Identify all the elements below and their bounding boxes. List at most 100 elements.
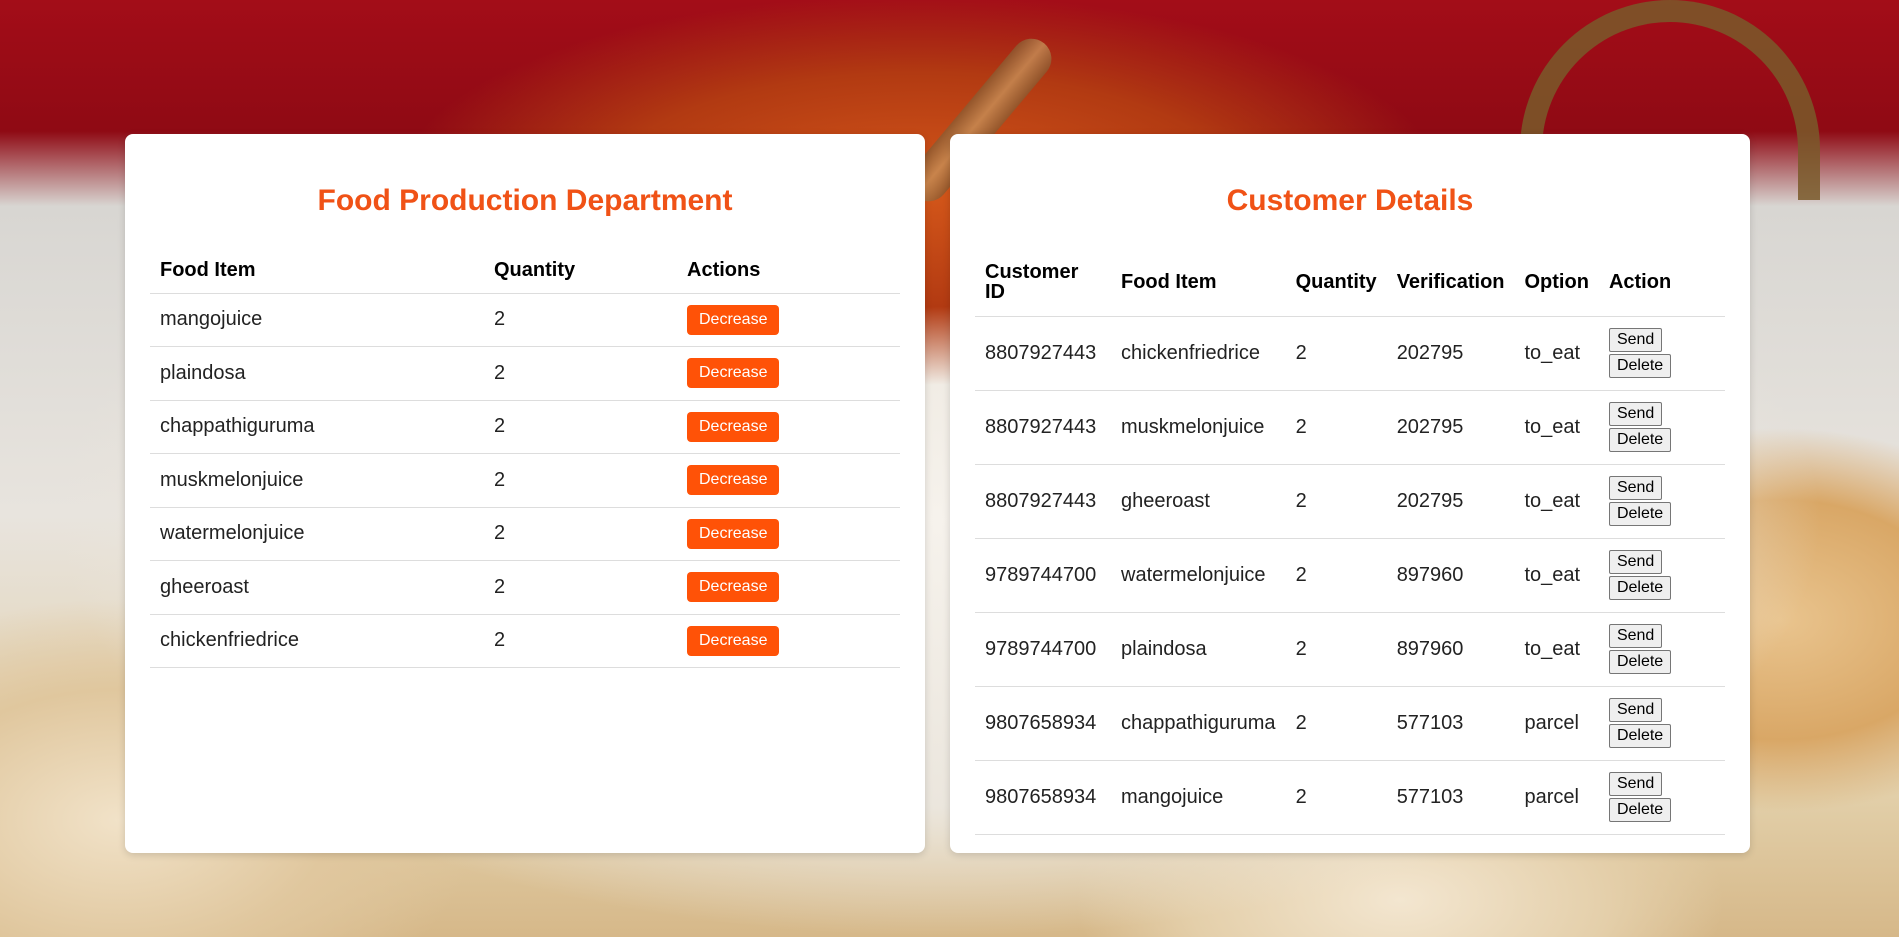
option-cell: to_eat xyxy=(1514,611,1599,686)
action-cell: Send Delete xyxy=(1598,685,1725,760)
production-table: Food Item Quantity Actions mangojuice 2 De… xyxy=(150,248,900,668)
customer-row: 8807927443 gheeroast 2 202795 to_eat Send Dele… xyxy=(975,463,1725,538)
customer-id-cell: 8807927443 xyxy=(975,463,1111,538)
quantity-cell: 2 xyxy=(484,346,677,400)
option-cell: to_eat xyxy=(1514,463,1599,538)
food-production-panel: Food Production Department Food Item Qua… xyxy=(125,134,925,853)
delete-button[interactable]: Delete xyxy=(1608,502,1672,526)
production-title: Food Production Department xyxy=(317,184,733,217)
send-button[interactable]: Send xyxy=(1608,476,1663,500)
food-item-cell: chappathiguruma xyxy=(1111,685,1286,760)
verification-cell: 897960 xyxy=(1386,611,1515,686)
food-item-cell: chickenfriedrice xyxy=(150,613,484,668)
customer-table: Customer ID Food Item Quantity Verificat… xyxy=(975,248,1725,835)
action-cell: Send Delete xyxy=(1598,611,1725,686)
actions-cell: Decrease xyxy=(677,346,900,400)
col-option: Option xyxy=(1524,270,1589,293)
quantity-cell: 2 xyxy=(1285,463,1387,538)
production-row: watermelonjuice 2 Decrease xyxy=(150,506,900,561)
col-quantity: Quantity xyxy=(494,258,576,281)
customer-details-title: Customer Details xyxy=(1226,184,1474,217)
actions-cell: Decrease xyxy=(677,399,900,454)
send-button[interactable]: Send xyxy=(1608,402,1663,426)
decrease-button[interactable]: Decrease xyxy=(687,518,780,549)
verification-cell: 577103 xyxy=(1386,759,1515,835)
decrease-button[interactable]: Decrease xyxy=(687,625,780,656)
customer-id-cell: 9789744700 xyxy=(975,537,1111,612)
send-button[interactable]: Send xyxy=(1608,772,1663,796)
food-item-cell: muskmelonjuice xyxy=(150,453,484,507)
quantity-cell: 2 xyxy=(1285,611,1387,686)
delete-button[interactable]: Delete xyxy=(1608,354,1672,378)
decrease-button[interactable]: Decrease xyxy=(687,358,780,389)
verification-cell: 202795 xyxy=(1386,463,1515,538)
verification-cell: 202795 xyxy=(1386,315,1515,390)
customer-id-cell: 9789744700 xyxy=(975,611,1111,686)
food-item-cell: plaindosa xyxy=(1111,611,1286,686)
customer-row: 9789744700 watermelonjuice 2 897960 to_eat Se… xyxy=(975,537,1725,612)
production-row: plaindosa 2 Decrease xyxy=(150,346,900,400)
send-button[interactable]: Send xyxy=(1608,698,1663,722)
food-item-cell: mangojuice xyxy=(150,292,484,347)
send-button[interactable]: Send xyxy=(1608,328,1663,352)
production-header-row: Food Item Quantity Actions xyxy=(150,248,900,293)
verification-cell: 202795 xyxy=(1386,389,1515,464)
customer-details-panel: Customer Details Customer ID Food Item Q… xyxy=(950,134,1750,853)
quantity-cell: 2 xyxy=(1285,389,1387,464)
customer-id-cell: 8807927443 xyxy=(975,315,1111,390)
production-row: chickenfriedrice 2 Decrease xyxy=(150,613,900,668)
food-item-cell: muskmelonjuice xyxy=(1111,389,1286,464)
action-cell: Send Delete xyxy=(1598,537,1725,612)
quantity-cell: 2 xyxy=(484,506,677,561)
delete-button[interactable]: Delete xyxy=(1608,798,1672,822)
decrease-button[interactable]: Decrease xyxy=(687,465,780,496)
delete-button[interactable]: Delete xyxy=(1608,650,1672,674)
actions-cell: Decrease xyxy=(677,292,900,347)
customer-id-cell: 9807658934 xyxy=(975,759,1111,835)
quantity-cell: 2 xyxy=(484,613,677,668)
action-cell: Send Delete xyxy=(1598,389,1725,464)
delete-button[interactable]: Delete xyxy=(1608,724,1672,748)
customer-row: 9807658934 chappathiguruma 2 577103 parcel Se… xyxy=(975,685,1725,760)
food-item-cell: chickenfriedrice xyxy=(1111,315,1286,390)
actions-cell: Decrease xyxy=(677,506,900,561)
quantity-cell: 2 xyxy=(484,560,677,614)
actions-cell: Decrease xyxy=(677,560,900,614)
production-row: gheeroast 2 Decrease xyxy=(150,560,900,614)
delete-button[interactable]: Delete xyxy=(1608,576,1672,600)
production-row: chappathiguruma 2 Decrease xyxy=(150,399,900,454)
option-cell: parcel xyxy=(1514,759,1599,835)
send-button[interactable]: Send xyxy=(1608,624,1663,648)
option-cell: to_eat xyxy=(1514,315,1599,390)
quantity-cell: 2 xyxy=(1285,759,1387,835)
customer-table-body: 8807927443 chickenfriedrice 2 202795 to_eat S… xyxy=(975,315,1725,835)
food-item-cell: gheeroast xyxy=(150,560,484,614)
option-cell: to_eat xyxy=(1514,537,1599,612)
col-customer-id: Customer ID xyxy=(985,260,1079,303)
decrease-button[interactable]: Decrease xyxy=(687,411,780,442)
food-item-cell: watermelonjuice xyxy=(1111,537,1286,612)
delete-button[interactable]: Delete xyxy=(1608,428,1672,452)
quantity-cell: 2 xyxy=(484,292,677,347)
customer-id-cell: 8807927443 xyxy=(975,389,1111,464)
action-cell: Send Delete xyxy=(1598,315,1725,390)
col-food-item: Food Item xyxy=(160,258,256,281)
send-button[interactable]: Send xyxy=(1608,550,1663,574)
food-item-cell: plaindosa xyxy=(150,346,484,400)
col-food-item: Food Item xyxy=(1121,270,1217,293)
production-row: muskmelonjuice 2 Decrease xyxy=(150,453,900,507)
customer-row: 9789744700 plaindosa 2 897960 to_eat Send Dele… xyxy=(975,611,1725,686)
action-cell: Send Delete xyxy=(1598,759,1725,835)
food-item-cell: watermelonjuice xyxy=(150,506,484,561)
verification-cell: 577103 xyxy=(1386,685,1515,760)
production-table-body: mangojuice 2 Decrease plaindosa 2 Decrease cha… xyxy=(150,292,900,668)
quantity-cell: 2 xyxy=(1285,315,1387,390)
decrease-button[interactable]: Decrease xyxy=(687,304,780,335)
quantity-cell: 2 xyxy=(1285,685,1387,760)
action-cell: Send Delete xyxy=(1598,463,1725,538)
customer-header-row: Customer ID Food Item Quantity Verificat… xyxy=(975,248,1725,316)
col-action: Action xyxy=(1608,270,1672,293)
food-item-cell: mangojuice xyxy=(1111,759,1286,835)
customer-row: 8807927443 chickenfriedrice 2 202795 to_eat S… xyxy=(975,315,1725,390)
decrease-button[interactable]: Decrease xyxy=(687,572,780,603)
